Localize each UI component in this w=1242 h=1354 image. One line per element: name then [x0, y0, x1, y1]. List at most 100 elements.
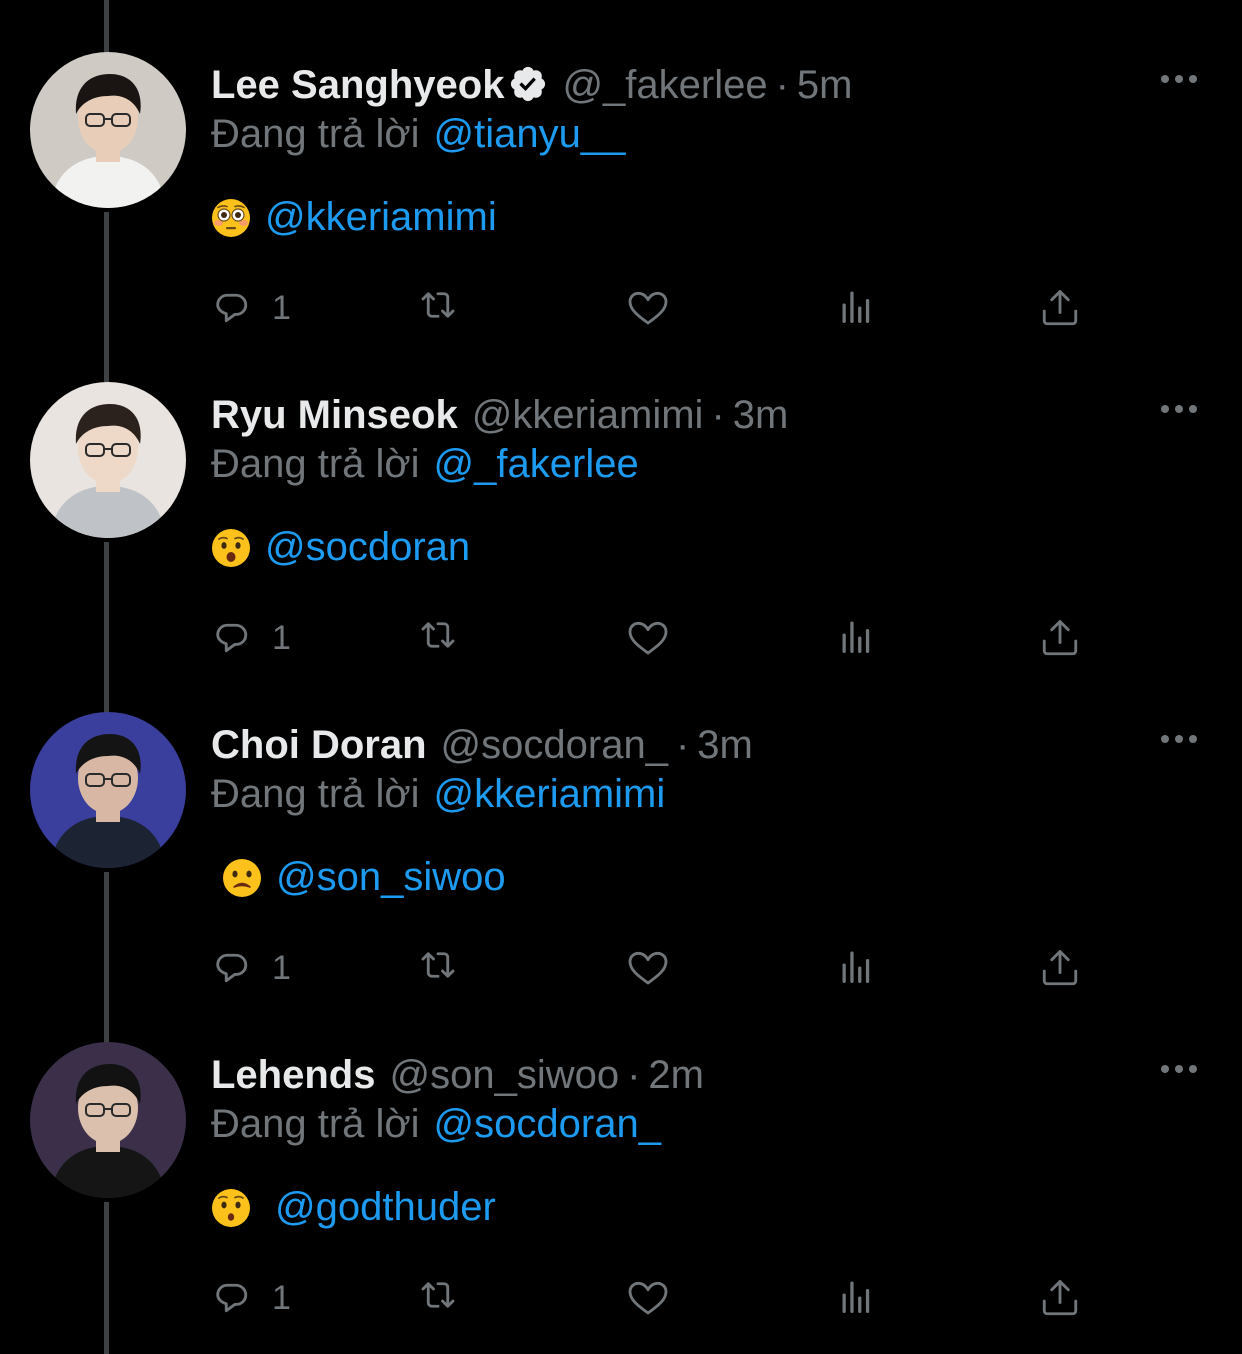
- share-button[interactable]: [1036, 283, 1084, 333]
- views-icon: [842, 951, 870, 983]
- timestamp[interactable]: 3m: [697, 723, 753, 767]
- avatar-choi-doran[interactable]: [30, 712, 186, 868]
- tweet[interactable]: Lehends @son_siwoo · 2m Đang trả lời @socdor…: [0, 990, 1242, 1320]
- retweet-button[interactable]: [414, 613, 462, 663]
- reply-count: 1: [272, 619, 291, 657]
- action-bar: 1: [0, 613, 1242, 663]
- tweet-header: Lehends @son_siwoo · 2m: [211, 1050, 704, 1100]
- tweet[interactable]: Ryu Minseok @kkeriamimi · 3m Đang trả lời @_…: [0, 330, 1242, 660]
- body-mention[interactable]: @godthuder: [275, 1185, 496, 1229]
- more-icon[interactable]: [1158, 64, 1200, 94]
- separator: ·: [627, 1053, 641, 1097]
- share-icon: [1042, 620, 1078, 656]
- handle[interactable]: @_fakerlee: [562, 63, 767, 107]
- action-bar: 1: [0, 283, 1242, 333]
- action-bar: 1: [0, 1273, 1242, 1323]
- reply-to-mention[interactable]: @kkeriamimi: [434, 772, 666, 816]
- avatar-lehends[interactable]: [30, 1042, 186, 1198]
- views-button[interactable]: [832, 283, 880, 333]
- handle[interactable]: @socdoran_: [441, 723, 668, 767]
- like-button[interactable]: [624, 943, 672, 993]
- share-button[interactable]: [1036, 1273, 1084, 1323]
- views-icon: [842, 1281, 870, 1313]
- replying-to: Đang trả lời @socdoran_: [211, 1101, 661, 1147]
- like-button[interactable]: [624, 613, 672, 663]
- display-name[interactable]: Lehends: [211, 1053, 375, 1097]
- like-button[interactable]: [624, 1273, 672, 1323]
- more-icon[interactable]: [1158, 1054, 1200, 1084]
- reply-button[interactable]: 1: [212, 943, 291, 993]
- retweet-button[interactable]: [414, 283, 462, 333]
- tweet[interactable]: Choi Doran @socdoran_ · 3m Đang trả lời @kke…: [0, 660, 1242, 990]
- views-button[interactable]: [832, 1273, 880, 1323]
- replying-to: Đang trả lời @kkeriamimi: [211, 771, 665, 817]
- share-icon: [1042, 950, 1078, 986]
- retweet-icon: [421, 292, 455, 318]
- reply-prefix: Đang trả lời: [211, 772, 420, 816]
- tweet[interactable]: Lee Sanghyeok @_fakerlee · 5m Đang trả lời @…: [0, 0, 1242, 330]
- reply-count: 1: [272, 1279, 291, 1317]
- like-icon: [628, 621, 668, 655]
- views-button[interactable]: [832, 943, 880, 993]
- display-name[interactable]: Ryu Minseok: [211, 393, 458, 437]
- body-mention[interactable]: @son_siwoo: [276, 855, 506, 899]
- like-button[interactable]: [624, 283, 672, 333]
- reply-button[interactable]: 1: [212, 1273, 291, 1323]
- avatar-lee-sanghyeok[interactable]: [30, 52, 186, 208]
- handle[interactable]: @kkeriamimi: [472, 393, 704, 437]
- separator: ·: [775, 63, 789, 107]
- reply-to-mention[interactable]: @socdoran_: [434, 1102, 661, 1146]
- replying-to: Đang trả lời @_fakerlee: [211, 441, 639, 487]
- tweet-header: Ryu Minseok @kkeriamimi · 3m: [211, 390, 788, 440]
- reply-prefix: Đang trả lời: [211, 1102, 420, 1146]
- views-icon: [842, 291, 870, 323]
- avatar-ryu-minseok[interactable]: [30, 382, 186, 538]
- tweet-header: Lee Sanghyeok @_fakerlee · 5m: [211, 60, 853, 110]
- reply-count: 1: [272, 289, 291, 327]
- separator: ·: [675, 723, 690, 767]
- body-mention[interactable]: @socdoran: [265, 525, 470, 569]
- tweet-text: @son_siwoo: [222, 852, 506, 902]
- reply-to-mention[interactable]: @tianyu__: [434, 112, 626, 156]
- tweet-text: @socdoran: [211, 522, 470, 572]
- reply-button[interactable]: 1: [212, 283, 291, 333]
- reply-button[interactable]: 1: [212, 613, 291, 663]
- display-name[interactable]: Lee Sanghyeok: [211, 63, 504, 107]
- flushed-face-emoji-icon: [212, 199, 250, 237]
- more-icon[interactable]: [1158, 724, 1200, 754]
- more-icon[interactable]: [1158, 394, 1200, 424]
- retweet-icon: [421, 952, 455, 978]
- reply-to-mention[interactable]: @_fakerlee: [434, 442, 639, 486]
- anguished-face-emoji-icon: [212, 529, 250, 567]
- share-icon: [1042, 290, 1078, 326]
- like-icon: [628, 951, 668, 985]
- share-button[interactable]: [1036, 943, 1084, 993]
- reply-count: 1: [272, 949, 291, 987]
- tweet-header: Choi Doran @socdoran_ · 3m: [211, 720, 753, 770]
- retweet-icon: [421, 1282, 455, 1308]
- tweet-text: @godthuder: [211, 1182, 496, 1232]
- tweet-text: @kkeriamimi: [211, 192, 497, 242]
- handle[interactable]: @son_siwoo: [389, 1053, 619, 1097]
- retweet-icon: [421, 622, 455, 648]
- share-button[interactable]: [1036, 613, 1084, 663]
- share-icon: [1042, 1280, 1078, 1316]
- like-icon: [628, 291, 668, 325]
- reply-prefix: Đang trả lời: [211, 442, 420, 486]
- frowning-face-emoji-icon: [223, 859, 261, 897]
- timestamp[interactable]: 3m: [733, 393, 789, 437]
- timestamp[interactable]: 5m: [797, 63, 853, 107]
- retweet-button[interactable]: [414, 943, 462, 993]
- views-button[interactable]: [832, 613, 880, 663]
- reply-icon: [216, 623, 248, 653]
- like-icon: [628, 1281, 668, 1315]
- display-name[interactable]: Choi Doran: [211, 723, 427, 767]
- verified-badge-icon: [511, 66, 546, 102]
- reply-icon: [216, 953, 248, 983]
- timestamp[interactable]: 2m: [648, 1053, 704, 1097]
- reply-prefix: Đang trả lời: [211, 112, 420, 156]
- retweet-button[interactable]: [414, 1273, 462, 1323]
- reply-icon: [216, 1283, 248, 1313]
- body-mention[interactable]: @kkeriamimi: [265, 195, 497, 239]
- replying-to: Đang trả lời @tianyu__: [211, 111, 625, 157]
